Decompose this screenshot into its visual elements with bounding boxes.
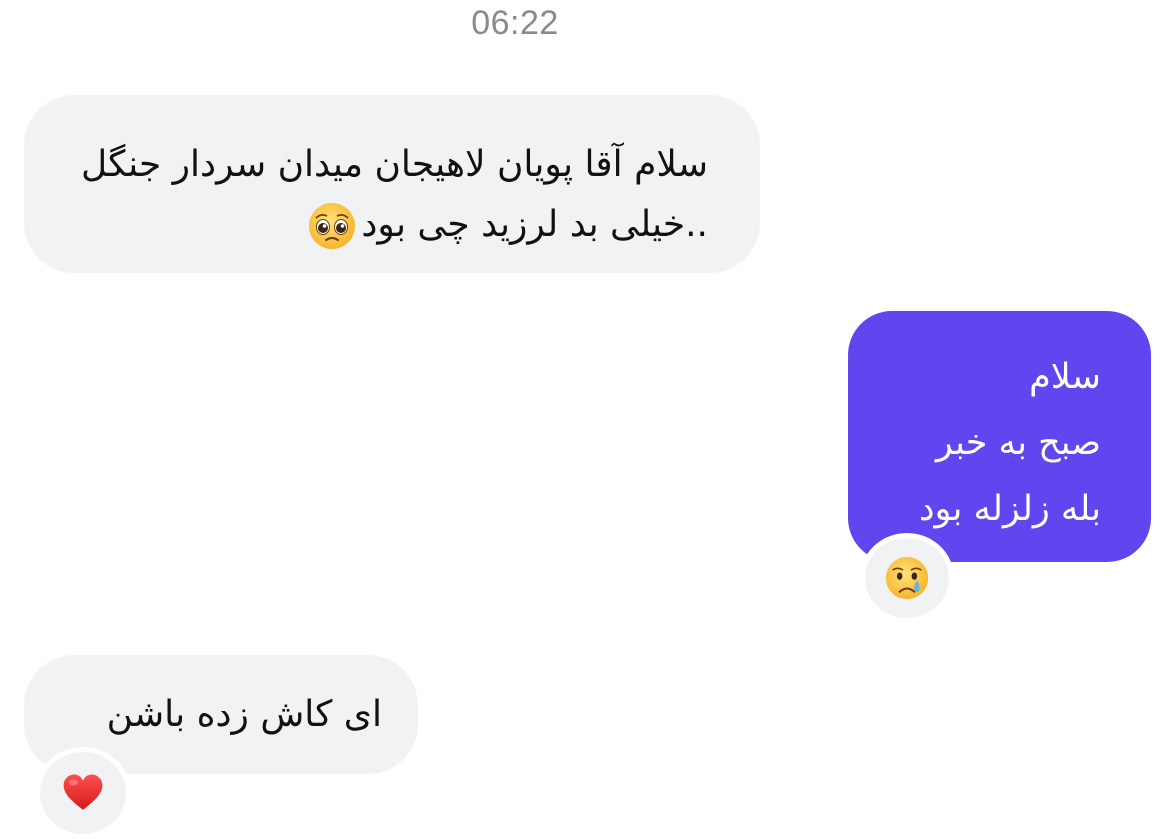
message-text: سلام آقا پویان لاهیجان میدان سردار جنگل … xyxy=(80,144,708,245)
crying-face-emoji-icon xyxy=(885,556,929,600)
message-text: ای کاش زده باشن xyxy=(106,694,382,735)
message-text: سلام صبح به خبر بله زلزله بود xyxy=(918,357,1101,529)
message-reaction-badge[interactable] xyxy=(35,747,131,839)
outgoing-message-bubble[interactable]: سلام صبح به خبر بله زلزله بود xyxy=(848,311,1151,562)
chat-timestamp: 06:22 xyxy=(471,4,559,42)
incoming-message-bubble[interactable]: سلام آقا پویان لاهیجان میدان سردار جنگل … xyxy=(24,95,760,273)
red-heart-emoji-icon xyxy=(63,774,103,810)
message-reaction-badge[interactable] xyxy=(860,533,954,623)
pleading-face-emoji-icon xyxy=(309,203,356,249)
